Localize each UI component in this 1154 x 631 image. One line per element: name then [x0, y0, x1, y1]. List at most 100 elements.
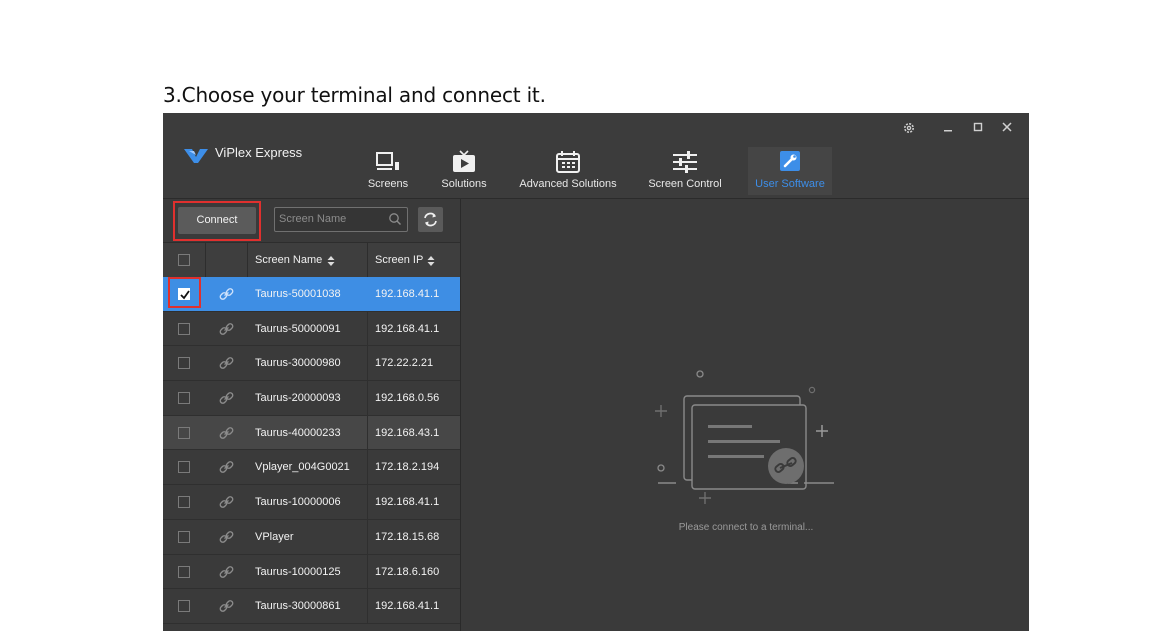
checkbox-highlight-box	[168, 277, 201, 308]
column-header-screen-ip[interactable]: Screen IP	[375, 243, 423, 278]
link-icon	[219, 565, 234, 578]
row-checkbox[interactable]	[178, 496, 190, 509]
table-row[interactable]: Vplayer_004G0021 172.18.2.194	[163, 450, 460, 486]
screen-ip-cell: 192.168.41.1	[375, 600, 440, 613]
column-divider	[367, 554, 368, 589]
content-panel: Please connect to a terminal...	[461, 199, 1029, 631]
viplex-logo-icon	[184, 149, 208, 163]
nav-solutions[interactable]: Solutions	[436, 147, 492, 195]
link-icon	[219, 426, 234, 439]
header-divider	[205, 243, 206, 278]
monitor-icon	[376, 152, 399, 170]
table-row[interactable]: Taurus-30000861 192.168.41.1	[163, 589, 460, 624]
screen-ip-cell: 192.168.43.1	[375, 426, 440, 439]
table-row[interactable]: Taurus-40000233 192.168.43.1	[163, 415, 460, 451]
screen-name-cell: Taurus-50001038	[255, 288, 341, 300]
table-row[interactable]: Taurus-20000093 192.168.0.56	[163, 381, 460, 416]
row-checkbox[interactable]	[178, 322, 190, 335]
column-divider	[367, 346, 368, 381]
table-row[interactable]: Taurus-10000125 172.18.6.160	[163, 554, 460, 590]
sort-icon[interactable]	[427, 255, 435, 267]
calendar-icon	[556, 151, 580, 173]
row-checkbox[interactable]	[178, 392, 190, 405]
screen-name-cell: Taurus-50000091	[255, 322, 341, 335]
column-divider	[367, 415, 368, 450]
column-divider	[367, 485, 368, 520]
maximize-button[interactable]	[969, 119, 987, 137]
minimize-button[interactable]	[939, 119, 957, 137]
close-icon	[1002, 122, 1012, 132]
row-checkbox[interactable]	[178, 565, 190, 578]
screen-name-cell: Taurus-20000093	[255, 392, 341, 405]
link-icon	[219, 357, 234, 370]
search-placeholder: Screen Name	[279, 213, 347, 225]
screen-ip-cell: 192.168.41.1	[375, 496, 440, 509]
screen-ip-cell: 172.18.15.68	[375, 530, 440, 543]
link-icon	[219, 530, 234, 543]
nav-screens[interactable]: Screens	[363, 147, 413, 195]
sliders-icon	[673, 151, 697, 173]
screen-name-cell: Taurus-10000006	[255, 496, 341, 509]
row-checkbox[interactable]	[178, 426, 190, 439]
nav-screen-control[interactable]: Screen Control	[644, 147, 726, 195]
refresh-icon	[424, 212, 437, 227]
link-icon	[219, 288, 234, 300]
screen-ip-cell: 172.18.2.194	[375, 461, 440, 474]
column-header-screen-name[interactable]: Screen Name	[255, 243, 322, 278]
empty-state-message: Please connect to a terminal...	[678, 522, 814, 533]
screen-name-cell: Taurus-40000233	[255, 426, 341, 439]
maximize-icon	[973, 122, 983, 132]
table-header: Screen Name Screen IP	[163, 242, 460, 279]
refresh-button[interactable]	[418, 207, 443, 232]
wrench-icon	[780, 151, 800, 171]
link-icon	[219, 392, 234, 404]
link-icon	[219, 496, 234, 509]
screen-name-cell: VPlayer	[255, 530, 294, 543]
screen-ip-cell: 192.168.0.56	[375, 392, 440, 405]
table-row[interactable]: Taurus-50000091 192.168.41.1	[163, 311, 460, 347]
column-divider	[367, 381, 368, 416]
play-tv-icon	[453, 150, 475, 172]
app-title: ViPlex Express	[215, 145, 303, 160]
link-icon	[219, 600, 234, 613]
screen-name-search-input[interactable]: Screen Name	[274, 207, 408, 232]
sort-icon[interactable]	[327, 255, 335, 267]
terminal-list: Taurus-50001038 192.168.41.1 Taurus-500000…	[163, 277, 460, 624]
table-row[interactable]: Taurus-50001038 192.168.41.1	[163, 277, 460, 312]
terminal-list-panel: Connect Screen Name Screen Name Screen I…	[163, 199, 461, 631]
nav-advanced-solutions[interactable]: Advanced Solutions	[515, 147, 621, 195]
table-row[interactable]: Taurus-30000980 172.22.2.21	[163, 346, 460, 382]
nav-user-software[interactable]: User Software	[748, 147, 832, 195]
header-divider	[367, 243, 368, 278]
screen-name-cell: Taurus-30000980	[255, 357, 341, 370]
column-divider	[367, 589, 368, 624]
title-bar: ViPlex Express Screens Solutions Advance…	[163, 113, 1029, 199]
header-divider	[247, 243, 248, 278]
screen-name-cell: Taurus-10000125	[255, 565, 341, 578]
column-divider	[367, 450, 368, 485]
row-checkbox[interactable]	[178, 600, 190, 613]
column-divider	[367, 277, 368, 311]
row-checkbox[interactable]	[178, 461, 190, 474]
table-row[interactable]: Taurus-10000006 192.168.41.1	[163, 485, 460, 520]
minimize-icon	[944, 130, 952, 132]
screen-ip-cell: 172.18.6.160	[375, 565, 440, 578]
gear-icon	[904, 123, 914, 133]
list-toolbar: Connect Screen Name	[163, 199, 460, 242]
document-heading: 3.Choose your terminal and connect it.	[163, 83, 546, 107]
link-icon	[219, 322, 234, 335]
link-icon	[219, 461, 234, 474]
column-divider	[367, 311, 368, 346]
select-all-checkbox[interactable]	[178, 254, 190, 266]
row-checkbox[interactable]	[178, 530, 190, 543]
empty-state-illustration	[655, 370, 834, 504]
screen-name-cell: Taurus-30000861	[255, 600, 341, 613]
screen-ip-cell: 172.22.2.21	[375, 357, 434, 370]
screen-ip-cell: 192.168.41.1	[375, 322, 440, 335]
screen-name-cell: Vplayer_004G0021	[255, 461, 350, 474]
settings-button[interactable]	[900, 119, 918, 137]
table-row[interactable]: VPlayer 172.18.15.68	[163, 519, 460, 555]
row-checkbox[interactable]	[178, 357, 190, 370]
close-button[interactable]	[998, 119, 1016, 137]
app-window: ViPlex Express Screens Solutions Advance…	[163, 113, 1029, 631]
